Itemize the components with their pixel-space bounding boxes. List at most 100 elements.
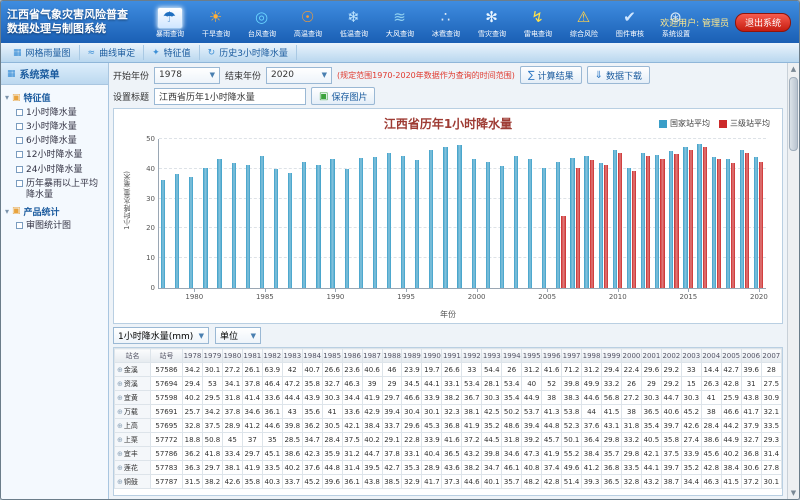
value-cell: 33.5 [761, 419, 781, 433]
download-button[interactable]: ⇓ 数据下载 [587, 66, 650, 84]
end-year-select[interactable]: 2020 ▼ [266, 67, 332, 84]
value-cell: 34.2 [183, 363, 203, 377]
tree-item-6小时降水量[interactable]: 6小时降水量 [3, 135, 106, 149]
toolbar-item-图件审核[interactable]: ✔图件审核 [607, 7, 652, 40]
unit-filter-select[interactable]: 单位 ▼ [215, 327, 261, 344]
toolbar-item-雪灾查询[interactable]: ✻雪灾查询 [469, 7, 514, 40]
value-cell: 25.7 [183, 405, 203, 419]
value-cell: 41 [701, 391, 721, 405]
toolbar-item-冰雹查询[interactable]: ∴冰雹查询 [423, 7, 468, 40]
tree-item-审图统计图[interactable]: 审图统计图 [3, 220, 106, 234]
checkbox-icon[interactable] [16, 151, 23, 158]
calculate-button[interactable]: ∑ 计算结果 [520, 66, 582, 84]
value-cell: 34.7 [482, 461, 502, 475]
table-row[interactable]: ⊕万载5769125.734.237.834.636.14335.64133.6… [115, 405, 782, 419]
start-year-select[interactable]: 1978 ▼ [154, 67, 220, 84]
element-filter-select[interactable]: 1小时降水量(mm) ▼ [113, 327, 209, 344]
value-cell: 35.2 [681, 461, 701, 475]
table-row[interactable]: ⊕莲花5778336.329.738.141.933.540.237.644.8… [115, 461, 782, 475]
value-cell: 42.8 [701, 461, 721, 475]
table-row[interactable]: ⊕上高5769532.837.528.941.244.639.836.230.5… [115, 419, 782, 433]
value-cell: 44.6 [262, 419, 282, 433]
tree-item-历年暴雨以上平均降水量[interactable]: 历年暴雨以上平均降水量 [3, 177, 106, 203]
value-cell: 49.6 [562, 461, 582, 475]
bar-national [556, 162, 560, 288]
value-cell: 32.8 [621, 475, 641, 489]
tree-folder-特征值[interactable]: ▾▣特征值 [3, 89, 106, 106]
col-header-year: 1996 [542, 349, 562, 363]
value-cell: 42.7 [382, 461, 402, 475]
toolbar-item-暴雨查询[interactable]: ☂暴雨查询 [147, 7, 192, 40]
value-cell: 29.8 [602, 433, 622, 447]
value-cell: 43.2 [462, 447, 482, 461]
toolbar-item-高温查询[interactable]: ☉高温查询 [285, 7, 330, 40]
value-cell: 49.9 [582, 377, 602, 391]
toolbar-item-低温查询[interactable]: ❄低温查询 [331, 7, 376, 40]
chart-title-input[interactable]: 江西省历年1小时降水量 [154, 88, 306, 105]
value-cell: 45.6 [701, 447, 721, 461]
typhoon-icon: ◎ [249, 7, 275, 29]
tab-历史3小时降水量[interactable]: ↻历史3小时降水量 [200, 45, 297, 60]
col-header-year: 2007 [761, 349, 781, 363]
station-name-cell: ⊕上高 [115, 419, 151, 433]
chart-legend: 国家站平均三级站平均 [659, 118, 770, 129]
map-icon: ▦ [13, 48, 22, 58]
tab-曲线审定[interactable]: ≈曲线审定 [80, 45, 145, 60]
value-cell: 33 [681, 363, 701, 377]
toolbar-item-雷电查询[interactable]: ↯雷电查询 [515, 7, 560, 40]
value-cell: 45.7 [542, 433, 562, 447]
x-tick-label: 1980 [185, 293, 203, 301]
tree-item-12小时降水量[interactable]: 12小时降水量 [3, 149, 106, 163]
col-header-station: 站名 [115, 349, 151, 363]
station-name: 上高 [124, 422, 138, 430]
tab-网格雨量图[interactable]: ▦网格雨量图 [5, 45, 80, 60]
checkbox-icon[interactable] [16, 166, 23, 173]
tree-item-24小时降水量[interactable]: 24小时降水量 [3, 163, 106, 177]
value-cell: 43 [282, 405, 302, 419]
checkbox-icon[interactable] [16, 123, 23, 130]
value-cell: 34.4 [342, 391, 362, 405]
scroll-down-arrow[interactable]: ▼ [791, 487, 796, 499]
save-image-button[interactable]: ▣ 保存图片 [311, 87, 375, 105]
toolbar-item-综合风险[interactable]: ⚠综合风险 [561, 7, 606, 40]
value-cell: 36.4 [582, 433, 602, 447]
checkbox-icon[interactable] [16, 137, 23, 144]
col-header-year: 2001 [641, 349, 661, 363]
value-cell: 42.1 [641, 447, 661, 461]
download-label: 数据下载 [606, 69, 642, 82]
value-cell: 37.3 [442, 475, 462, 489]
tree-folder-label: 特征值 [24, 91, 51, 104]
value-cell: 40.2 [721, 447, 741, 461]
logout-button[interactable]: 退出系统 [735, 13, 791, 32]
scroll-thumb[interactable] [789, 77, 798, 151]
table-row[interactable]: ⊕宜丰5778636.241.833.429.745.138.642.335.9… [115, 447, 782, 461]
value-cell: 63.9 [262, 363, 282, 377]
value-cell: 29.6 [641, 363, 661, 377]
tree-item-3小时降水量[interactable]: 3小时降水量 [3, 120, 106, 134]
toolbar-item-干旱查询[interactable]: ☀干旱查询 [193, 7, 238, 40]
table-row[interactable]: ⊕资溪5769429.45334.137.846.447.235.832.746… [115, 377, 782, 391]
table-row[interactable]: ⊕铜鼓5778731.538.242.635.840.333.745.239.6… [115, 475, 782, 489]
scroll-up-arrow[interactable]: ▲ [791, 63, 796, 75]
table-row[interactable]: ⊕上栗5777218.850.845373528.534.728.437.540… [115, 433, 782, 447]
tree-item-1小时降水量[interactable]: 1小时降水量 [3, 106, 106, 120]
table-row[interactable]: ⊕金溪5758634.230.127.226.163.94240.726.623… [115, 363, 782, 377]
toolbar-item-大风查询[interactable]: ≋大风查询 [377, 7, 422, 40]
bar-national [203, 168, 207, 288]
value-cell: 36.2 [302, 419, 322, 433]
table-row[interactable]: ⊕宜黄5759840.229.531.841.433.644.443.930.3… [115, 391, 782, 405]
checkbox-icon[interactable] [16, 180, 23, 187]
bar-national [288, 173, 292, 288]
station-name: 上栗 [124, 436, 138, 444]
x-tick [406, 288, 407, 292]
tab-特征值[interactable]: ✦特征值 [144, 45, 200, 60]
value-cell: 44.8 [542, 419, 562, 433]
checkbox-icon[interactable] [16, 109, 23, 116]
toolbar-item-台风查询[interactable]: ◎台风查询 [239, 7, 284, 40]
checkbox-icon[interactable] [16, 222, 23, 229]
value-cell: 40.2 [183, 391, 203, 405]
value-cell: 37.5 [342, 433, 362, 447]
sidebar-title: 系统菜单 [20, 66, 60, 81]
tree-folder-产品统计[interactable]: ▾▣产品统计 [3, 203, 106, 220]
y-axis-label: 1小时降水量(毫米) [122, 171, 132, 230]
